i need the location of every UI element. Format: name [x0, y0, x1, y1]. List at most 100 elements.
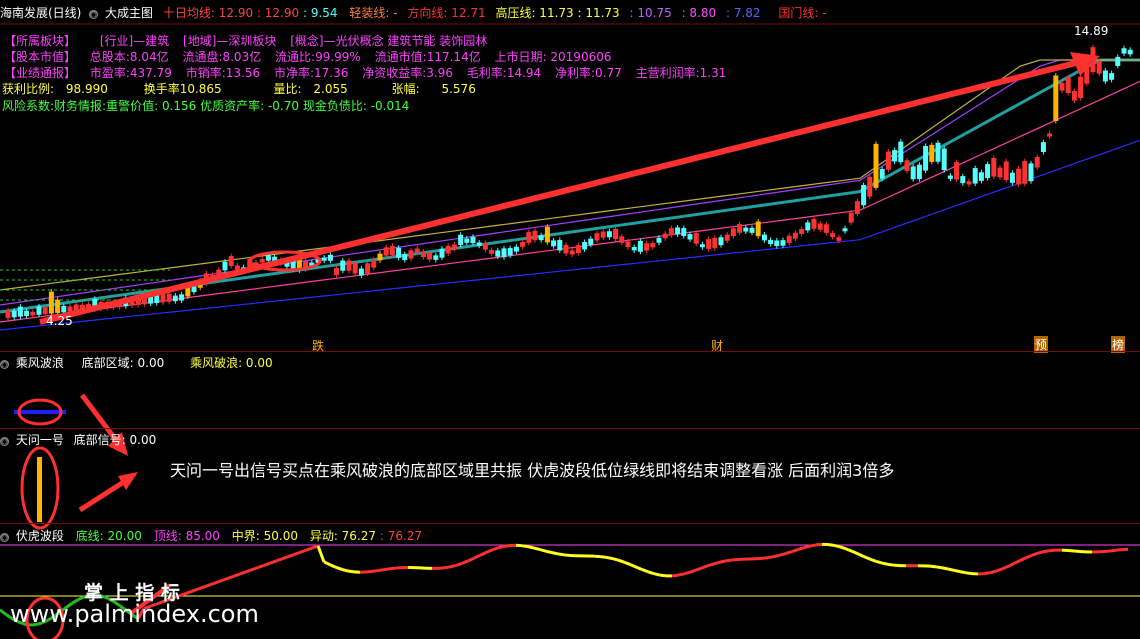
wave-segment — [323, 560, 331, 567]
wave-segment — [767, 555, 775, 560]
panel-divider-2 — [0, 428, 1140, 429]
wave-segment — [557, 552, 565, 557]
candle-body — [1096, 60, 1102, 74]
candle-body — [1003, 161, 1009, 180]
candle-body — [588, 238, 594, 245]
candle-body — [625, 241, 631, 248]
wave-segment — [1031, 551, 1039, 557]
candle-body — [1016, 168, 1022, 185]
candle-body — [470, 236, 476, 244]
candle-body — [36, 306, 42, 315]
candle-body — [1115, 56, 1121, 66]
wave-segment — [503, 543, 511, 548]
candle-body — [563, 244, 569, 254]
wave-segment — [239, 570, 247, 576]
candle-body — [371, 259, 377, 268]
low-price-label: 4.25 — [46, 314, 73, 328]
settings-icon[interactable]: ◉ — [89, 10, 99, 19]
panel2-settings-icon[interactable]: ◉ — [0, 360, 9, 369]
candle-body — [1078, 76, 1084, 99]
candle-body — [755, 221, 761, 237]
wave-segment — [1037, 550, 1045, 555]
candle-body — [507, 248, 513, 256]
candle-body — [1121, 48, 1127, 54]
value-3: : 7.82 — [725, 6, 761, 20]
candle-body — [551, 240, 557, 247]
candle-body — [458, 234, 464, 245]
wave-segment — [941, 566, 949, 571]
wave-segment — [1103, 549, 1111, 554]
candle-body — [538, 235, 544, 241]
listing-date: 上市日期: 20190606 — [494, 50, 612, 64]
candle-body — [786, 235, 792, 243]
base-line-label: 底线: 20.00 — [75, 529, 142, 543]
wave-segment — [869, 557, 877, 563]
candle-body — [619, 236, 625, 243]
candle-body — [892, 150, 898, 162]
candle-body — [743, 227, 749, 232]
wave-segment — [455, 561, 463, 567]
candle-body — [346, 260, 352, 271]
candle-body — [780, 240, 786, 246]
candle-body — [799, 228, 805, 234]
panel3-name[interactable]: 天问一号 — [16, 433, 64, 447]
wave-segment — [227, 574, 235, 580]
candle-body — [954, 162, 960, 180]
main-profit-margin: 主营利润率:1.31 — [635, 66, 727, 80]
panel-divider-3 — [0, 523, 1140, 524]
candle-body — [1028, 163, 1034, 182]
candle-body — [600, 231, 606, 238]
candle-body — [352, 262, 358, 274]
candle-body — [662, 233, 668, 239]
wave-segment — [995, 567, 1003, 573]
pb-ratio: 市净率:17.36 — [273, 66, 349, 80]
wave-segment — [983, 571, 991, 576]
main-indicator-name[interactable]: 大成主图 — [105, 6, 153, 20]
candle-body — [650, 243, 656, 248]
stock-title[interactable]: 海南发展(日线) — [0, 6, 81, 20]
candle-body — [817, 223, 823, 230]
direction-line-label: 方向线: 12.71 — [407, 6, 486, 20]
wave-segment — [257, 563, 265, 569]
wave-segment — [551, 551, 559, 556]
wave-segment — [659, 573, 667, 578]
candle-body — [836, 237, 842, 241]
candle-body — [699, 244, 705, 248]
candle-body — [544, 226, 550, 243]
panel4-settings-icon[interactable]: ◉ — [0, 533, 9, 542]
panel4-name[interactable]: 伏虎波段 — [16, 529, 64, 543]
candle-body — [334, 267, 340, 276]
wave-segment — [605, 555, 613, 560]
candle-body — [929, 144, 935, 162]
panel2-name[interactable]: 乘风波浪 — [16, 356, 64, 370]
candle-body — [402, 254, 408, 261]
candle-body — [978, 172, 984, 181]
wave-segment — [1115, 548, 1123, 552]
candle-body — [768, 239, 774, 245]
panel4-header: ◉ 伏虎波段 底线: 20.00 顶线: 85.00 中界: 50.00 异动:… — [0, 527, 422, 544]
panel3-settings-icon[interactable]: ◉ — [0, 437, 9, 446]
candle-body — [420, 251, 426, 258]
performance-row: 【业绩通报】 市盈率:437.79 市销率:13.56 市净率:17.36 净资… — [4, 64, 736, 81]
wave-segment — [215, 579, 223, 585]
panel-divider-1 — [0, 351, 1140, 352]
pe-ratio: 市盈率:437.79 — [89, 66, 172, 80]
candle-body — [668, 228, 674, 236]
candle-body — [321, 257, 327, 261]
wave-segment — [287, 553, 295, 559]
wave-segment — [779, 552, 787, 557]
wave-segment — [677, 572, 685, 577]
wave-segment — [479, 551, 487, 557]
region-text: [地域]—深圳板块 — [183, 34, 277, 48]
wave-segment — [797, 546, 805, 551]
candle-body — [408, 250, 414, 259]
candle-body — [606, 231, 612, 238]
mid-line-label: 中界: 50.00 — [231, 529, 298, 543]
net-margin: 净利率:0.77 — [555, 66, 622, 80]
profit-row: 获利比例: 98.990 换手率10.865 量比: 2.055 张幅: 5.5… — [2, 80, 476, 97]
wave-segment — [641, 568, 649, 574]
candle-body — [1040, 142, 1046, 152]
candle-body — [898, 141, 904, 163]
profit-ratio-value: 98.990 — [65, 82, 108, 96]
ma-values: 12.90 : 12.90 — [218, 6, 300, 20]
